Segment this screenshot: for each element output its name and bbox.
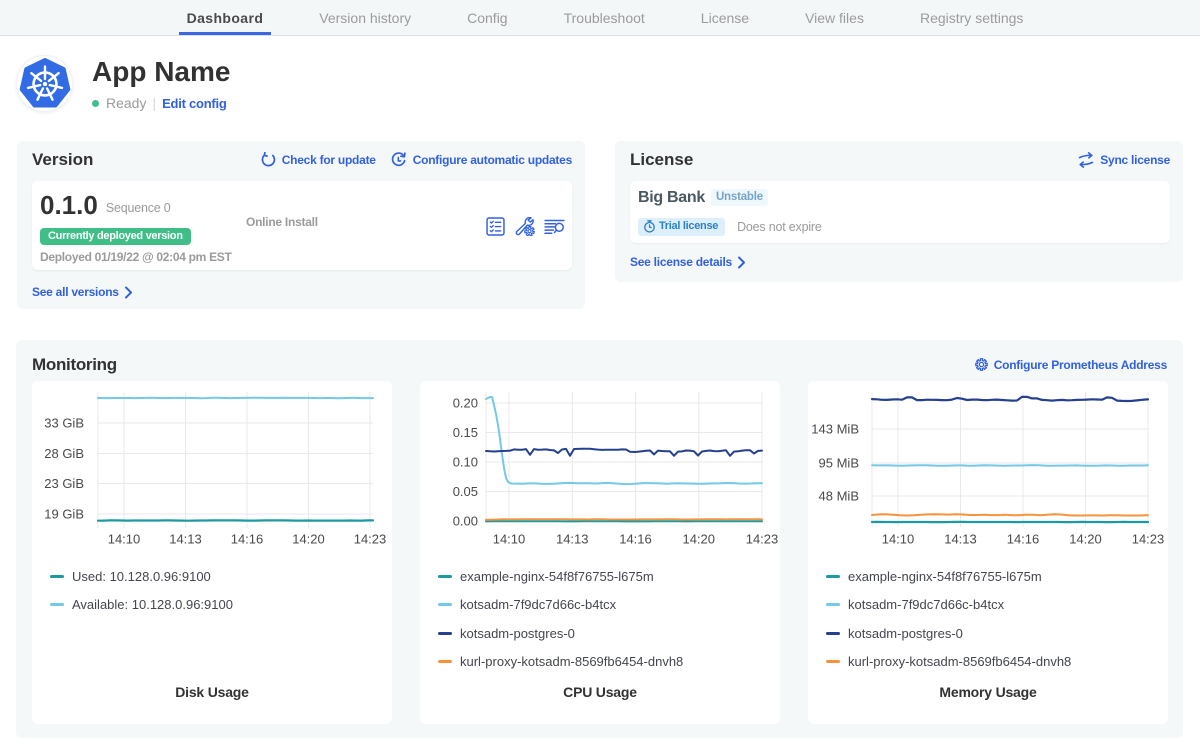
- svg-text:0.10: 0.10: [453, 455, 478, 470]
- svg-text:0.00: 0.00: [453, 514, 478, 529]
- svg-text:14:10: 14:10: [493, 532, 526, 547]
- svg-text:33 GiB: 33 GiB: [44, 416, 84, 431]
- svg-text:48 MiB: 48 MiB: [819, 489, 859, 504]
- svg-text:14:10: 14:10: [882, 532, 915, 547]
- svg-text:14:13: 14:13: [556, 532, 589, 547]
- svg-text:14:23: 14:23: [354, 532, 387, 547]
- svg-text:14:16: 14:16: [619, 532, 652, 547]
- svg-text:14:20: 14:20: [682, 532, 715, 547]
- svg-text:0.15: 0.15: [453, 425, 478, 440]
- svg-text:143 MiB: 143 MiB: [811, 422, 859, 437]
- svg-text:14:23: 14:23: [1132, 532, 1165, 547]
- svg-text:28 GiB: 28 GiB: [44, 446, 84, 461]
- svg-text:14:20: 14:20: [1069, 532, 1102, 547]
- svg-text:95 MiB: 95 MiB: [819, 456, 859, 471]
- svg-text:14:13: 14:13: [944, 532, 977, 547]
- svg-text:0.20: 0.20: [453, 396, 478, 411]
- svg-text:14:16: 14:16: [1007, 532, 1040, 547]
- svg-text:23 GiB: 23 GiB: [44, 476, 84, 491]
- svg-text:14:23: 14:23: [746, 532, 779, 547]
- svg-text:0.05: 0.05: [453, 484, 478, 499]
- svg-text:14:10: 14:10: [108, 532, 141, 547]
- svg-text:14:20: 14:20: [292, 532, 325, 547]
- svg-text:14:13: 14:13: [169, 532, 202, 547]
- svg-text:19 GiB: 19 GiB: [44, 507, 84, 522]
- svg-text:14:16: 14:16: [231, 532, 264, 547]
